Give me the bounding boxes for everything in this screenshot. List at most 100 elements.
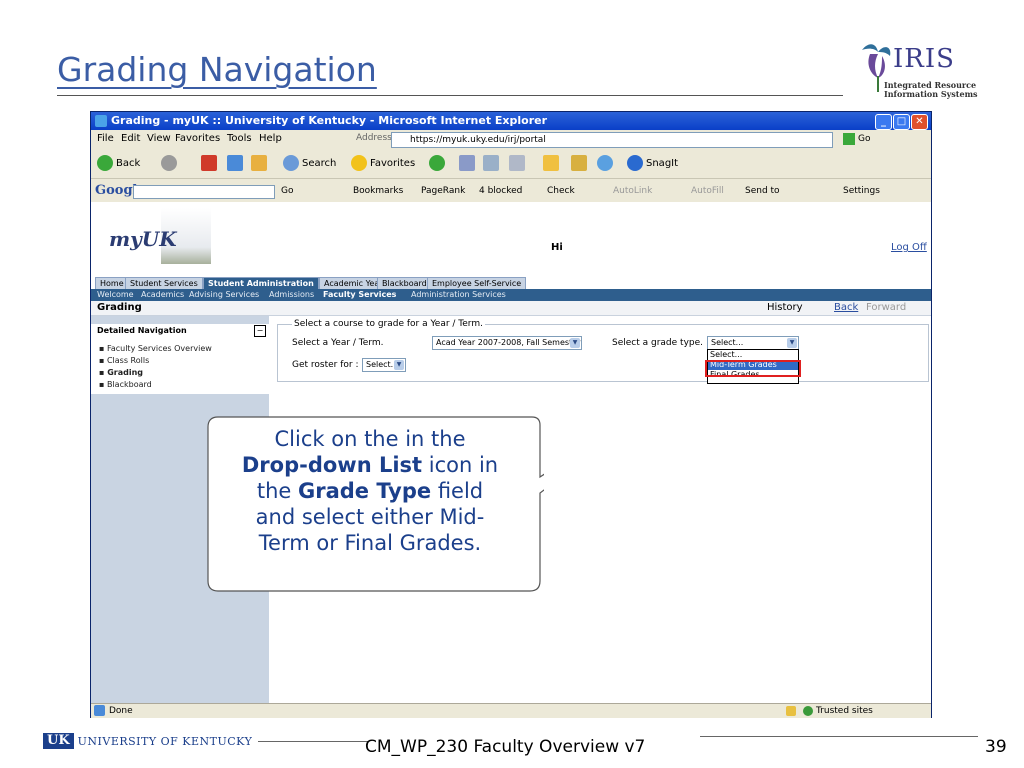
sidebar-list: ▪ Faculty Services Overview ▪ Class Roll… (91, 338, 269, 394)
chevron-down-icon[interactable]: ▼ (787, 338, 797, 348)
uk-logo-mark: UK (43, 733, 74, 749)
home-button[interactable] (251, 155, 270, 171)
edit-button[interactable] (509, 155, 528, 171)
messenger-button[interactable] (597, 155, 616, 171)
home-icon (251, 155, 267, 171)
menu-view[interactable]: View (147, 130, 171, 148)
sidebar-item-grading[interactable]: ▪ Grading (99, 368, 143, 377)
roster-select[interactable]: Select... ▼ (362, 358, 406, 372)
course-selection-legend: Select a course to grade for a Year / Te… (292, 319, 485, 329)
status-text: Done (109, 706, 133, 716)
year-term-value: Acad Year 2007-2008, Fall Semester (436, 338, 581, 347)
subnav-advising-services[interactable]: Advising Services (189, 289, 259, 301)
snagit-button[interactable]: SnagIt (627, 155, 678, 171)
back-label: Back (116, 158, 141, 169)
folder-button[interactable] (543, 155, 562, 171)
autofill-button[interactable]: AutoFill (691, 183, 724, 199)
portal-top-tabs: Home Student Services Student Administra… (91, 276, 931, 291)
history-dropdown[interactable]: History (767, 301, 803, 315)
subnav-admissions[interactable]: Admissions (269, 289, 314, 301)
search-button[interactable]: Search (283, 155, 336, 171)
course-selection-group: Select a course to grade for a Year / Te… (277, 319, 929, 384)
sidebar-item-class-rolls[interactable]: ▪ Class Rolls (99, 356, 149, 365)
google-search-input[interactable] (133, 185, 275, 199)
ie-page-icon (94, 705, 105, 716)
security-zone-text: Trusted sites (816, 706, 873, 716)
year-term-select[interactable]: Acad Year 2007-2008, Fall Semester ▼ (432, 336, 582, 350)
title-divider (57, 95, 843, 96)
sidebar-item-blackboard[interactable]: ▪ Blackboard (99, 380, 152, 389)
forward-link[interactable]: Forward (866, 301, 906, 315)
sidebar-heading: Detailed Navigation (91, 324, 269, 338)
chevron-down-icon[interactable]: ▼ (570, 338, 580, 348)
page-header-bar: Grading History Back Forward (91, 301, 931, 316)
sidebar-collapse-button[interactable]: − (254, 325, 266, 337)
subnav-administration-services[interactable]: Administration Services (411, 289, 506, 301)
spell-check-button[interactable]: Check (547, 183, 575, 199)
grade-type-label: Select a grade type. (612, 338, 704, 348)
snagit-icon (627, 155, 643, 171)
folder-icon (543, 155, 559, 171)
callout-line-1: Click on the in the (274, 427, 466, 451)
highlight-box (705, 360, 801, 377)
back-button[interactable]: Back (97, 155, 140, 171)
print-button[interactable] (483, 155, 502, 171)
mail-icon (459, 155, 475, 171)
lock-icon (786, 706, 796, 716)
chevron-down-icon[interactable]: ▼ (394, 360, 404, 370)
slide-title: Grading Navigation (57, 50, 377, 89)
browser-titlebar: Grading - myUK :: University of Kentucky… (91, 112, 931, 130)
roster-label: Get roster for : (292, 360, 359, 370)
star-icon (351, 155, 367, 171)
back-link[interactable]: Back (834, 301, 858, 315)
trusted-zone-icon (803, 706, 813, 716)
grade-type-option-select[interactable]: Select... (708, 350, 798, 360)
browser-toolbar: Back Search Favorites SnagIt (91, 150, 931, 176)
menu-help[interactable]: Help (259, 130, 282, 148)
refresh-button[interactable] (227, 155, 246, 171)
close-button[interactable]: ✕ (911, 114, 928, 130)
maximize-button[interactable]: □ (893, 114, 910, 130)
footer-divider-left (258, 741, 368, 742)
subnav-faculty-services[interactable]: Faculty Services (323, 289, 396, 301)
portal-sub-nav: Welcome Academics Advising Services Admi… (91, 289, 931, 301)
pagerank-indicator[interactable]: PageRank (421, 183, 465, 199)
greeting-text: Hi (551, 242, 563, 253)
popup-blocked-button[interactable]: 4 blocked (479, 183, 522, 199)
subnav-welcome[interactable]: Welcome (97, 289, 134, 301)
address-input[interactable]: https://myuk.uky.edu/irj/portal (391, 132, 833, 148)
menu-edit[interactable]: Edit (121, 130, 140, 148)
forward-button[interactable] (161, 155, 180, 171)
uk-footer-logo: UK UNIVERSITY OF KENTUCKY (43, 733, 252, 749)
google-toolbar: Google Go Bookmarks PageRank 4 blocked C… (91, 178, 931, 203)
send-to-button[interactable]: Send to (745, 183, 780, 199)
mail-button[interactable] (459, 155, 478, 171)
settings-button[interactable]: Settings (843, 183, 880, 199)
messenger-icon (597, 155, 613, 171)
bookmarks-button[interactable]: Bookmarks (353, 183, 403, 199)
search-label: Search (302, 158, 337, 169)
menu-tools[interactable]: Tools (227, 130, 252, 148)
favorites-button[interactable]: Favorites (351, 155, 415, 171)
callout-line-2: Drop-down List icon in (241, 453, 499, 477)
logoff-link[interactable]: Log Off (891, 242, 927, 253)
address-value: https://myuk.uky.edu/irj/portal (410, 135, 546, 145)
google-go-button[interactable]: Go (281, 183, 293, 199)
stop-button[interactable] (201, 155, 220, 171)
menu-favorites[interactable]: Favorites (175, 130, 220, 148)
autolink-button[interactable]: AutoLink (613, 183, 652, 199)
history-button[interactable] (429, 155, 448, 171)
grade-type-select[interactable]: Select... ▼ (707, 336, 799, 350)
minimize-button[interactable]: _ (875, 114, 892, 130)
sidebar-item-faculty-services-overview[interactable]: ▪ Faculty Services Overview (99, 344, 212, 353)
research-button[interactable] (571, 155, 590, 171)
go-button[interactable]: Go (843, 132, 881, 146)
subnav-academics[interactable]: Academics (141, 289, 184, 301)
footer-divider-right (700, 736, 978, 737)
menu-file[interactable]: File (97, 130, 114, 148)
go-label: Go (858, 134, 871, 144)
year-term-label: Select a Year / Term. (292, 338, 384, 348)
browser-status-bar: Done Trusted sites (91, 703, 931, 718)
iris-logo-text: IRIS (893, 44, 955, 74)
search-icon (283, 155, 299, 171)
